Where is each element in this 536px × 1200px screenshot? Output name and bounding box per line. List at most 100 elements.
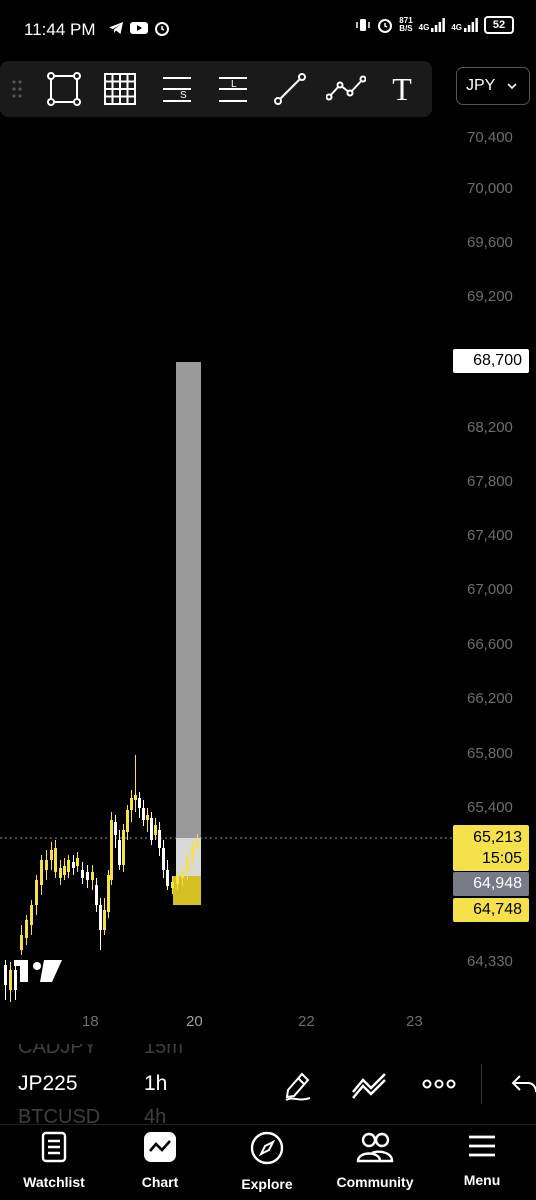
prev-interval[interactable]: 15m [144,1044,183,1059]
drawing-toolbar: S L T [0,61,432,117]
grid-icon [104,73,136,105]
current-symbol[interactable]: JP225 [18,1072,78,1096]
next-symbol[interactable]: BTCUSD [18,1106,100,1124]
stop-price-label: 64,748 [453,898,529,922]
short-position-button[interactable]: S [157,69,197,109]
price-tick: 65,800 [467,745,513,762]
signal-1: 4G [419,18,446,32]
candle-body [150,818,153,840]
watchlist-icon [41,1131,67,1163]
candle-body [103,910,106,930]
candle-body [99,905,102,930]
signal-bars-icon [464,18,478,32]
vibrate-icon [356,19,371,31]
candle-body [176,876,179,884]
candle-body [25,920,28,938]
svg-text:S: S [180,90,187,101]
candle-body [171,882,174,888]
candle-body [162,848,165,870]
trend-line-button[interactable] [270,69,310,109]
rectangle-icon [47,72,81,106]
candle-body [134,795,137,800]
candle-body [181,872,184,878]
price-tick: 67,400 [467,527,513,544]
more-button[interactable] [422,1074,456,1094]
undo-icon [511,1075,536,1093]
drag-handle-icon[interactable] [2,69,32,109]
system-indicators: 871 B/S 4G 4G 52 [355,16,514,34]
symbol-selector[interactable]: CADJPY 15m JP225 1h BTCUSD 4h [0,1044,536,1124]
candle-body [14,970,17,990]
compass-icon [250,1131,284,1165]
next-interval[interactable]: 4h [144,1106,166,1124]
candle-body [91,872,94,880]
hamburger-menu-icon [469,1135,495,1157]
nav-menu-label: Menu [463,1172,501,1188]
target-zone[interactable] [176,362,201,838]
text-tool-button[interactable]: T [382,69,422,109]
candle-body [110,820,113,880]
candle-body [35,880,38,905]
nav-menu[interactable]: Menu [432,1131,532,1188]
price-tick: 67,000 [467,581,513,598]
candle-body [81,870,84,878]
grid-tool-button[interactable] [100,69,140,109]
price-tick: 69,600 [467,234,513,251]
candle-body [40,860,43,885]
nav-watchlist[interactable]: Watchlist [4,1131,104,1190]
candle-body [20,935,23,950]
path-tool-button[interactable] [326,69,366,109]
indicators-button[interactable] [350,1068,388,1100]
nav-chart[interactable]: Chart [110,1131,210,1190]
candle-body [118,840,121,865]
telegram-icon [109,22,123,34]
short-position-icon: S [163,77,191,102]
last-price-value: 65,213 [473,829,522,846]
undo-button[interactable] [508,1072,536,1096]
price-tick: 64,330 [467,953,513,970]
candle-body [86,872,89,880]
signal-bars-icon [431,18,446,32]
candle-body [107,875,110,912]
candle-body [4,965,7,985]
price-tick: 68,200 [467,419,513,436]
currency-dropdown[interactable]: JPY [456,67,530,105]
status-time: 11:44 PM [24,20,96,39]
candle-body [154,825,157,835]
last-price-label: 65,213 15:05 [453,825,529,871]
indicators-icon [352,1073,386,1099]
candle-body [95,885,98,905]
price-tick: 67,800 [467,473,513,490]
long-position-button[interactable]: L [213,69,253,109]
bottom-navigation: Watchlist Chart Explore Community Menu [0,1124,536,1200]
date-tick: 23 [406,1013,423,1030]
divider [481,1064,482,1104]
more-dots-icon [422,1079,456,1089]
nav-community[interactable]: Community [325,1131,425,1190]
date-tick: 20 [186,1013,203,1030]
chevron-down-icon [507,83,517,90]
rectangle-tool-button[interactable] [44,69,84,109]
alarm-status-icon [378,19,393,33]
svg-text:L: L [231,79,237,90]
candle-body [76,858,79,866]
nav-explore[interactable]: Explore [217,1131,317,1192]
drawing-tools-button[interactable] [280,1066,316,1102]
candle-body [122,830,125,865]
price-tick: 66,200 [467,690,513,707]
nav-community-label: Community [336,1174,414,1190]
candle-body [50,850,53,860]
date-tick: 18 [82,1013,99,1030]
tradingview-logo [14,960,62,982]
youtube-icon [130,22,148,34]
nav-chart-label: Chart [141,1174,179,1190]
candle-body [146,815,149,820]
candle-body [30,905,33,925]
nav-explore-label: Explore [241,1176,293,1192]
price-tick: 65,400 [467,799,513,816]
candle-body [59,868,62,878]
community-icon [356,1132,394,1163]
current-interval[interactable]: 1h [144,1072,167,1096]
prev-symbol[interactable]: CADJPY [18,1044,97,1059]
battery-indicator: 52 [484,16,514,34]
